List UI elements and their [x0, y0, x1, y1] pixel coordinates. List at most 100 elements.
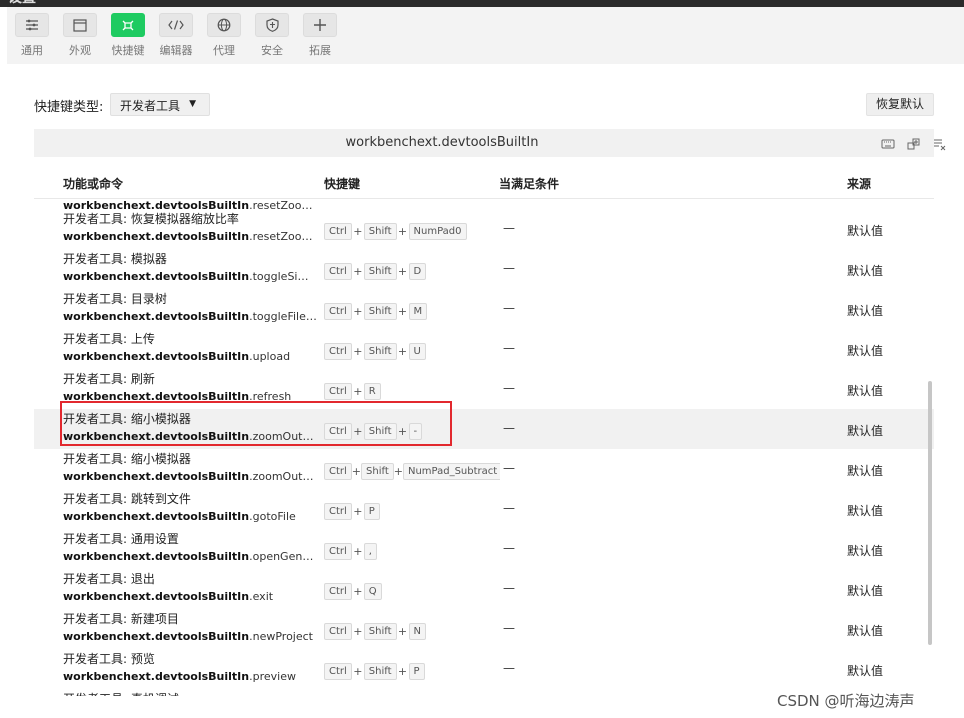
keybinding-type-label: 快捷键类型: — [34, 100, 104, 115]
key-plus: + — [353, 504, 363, 518]
window-titlebar: 设置 — [0, 0, 964, 7]
table-row[interactable]: 开发者工具: 通用设置 workbenchext.devtoolsBuiltIn.… — [34, 529, 934, 569]
key-cap: Shift — [363, 222, 397, 240]
keybinding-cell[interactable]: Ctrl + Shift + D — [324, 261, 500, 281]
key-cap: Shift — [361, 462, 394, 480]
toolbar-tab-6[interactable]: 拓展 — [300, 13, 340, 58]
key-cap: D — [408, 262, 427, 280]
command-title: 开发者工具: 模拟器 — [63, 252, 167, 266]
restore-defaults-button[interactable]: 恢复默认 — [866, 93, 934, 116]
sort-icon[interactable] — [907, 136, 921, 150]
command-id: workbenchext.devtoolsBuiltIn.openGeneral… — [63, 550, 319, 563]
column-header-keybinding[interactable]: 快捷键 — [324, 175, 360, 192]
keybinding-cell[interactable]: Ctrl + Shift + P — [324, 661, 500, 681]
keybinding-cell[interactable]: Ctrl + Shift + NumPad_Subtract — [324, 461, 500, 481]
key-cap: NumPad0 — [408, 222, 467, 240]
key-cap: Q — [363, 582, 382, 600]
keybindings-list[interactable]: workbenchext.devtoolsBuiltIn.resetZoomSi… — [34, 198, 934, 696]
command-id: workbenchext.devtoolsBuiltIn.toggleSimul… — [63, 270, 319, 283]
keybinding-cell[interactable]: Ctrl + P — [324, 501, 500, 521]
toolbar-tab-label: 编辑器 — [159, 44, 193, 57]
key-plus: + — [397, 624, 408, 638]
keyboard-icon[interactable] — [881, 136, 895, 150]
table-row[interactable]: 开发者工具: 模拟器 workbenchext.devtoolsBuiltIn.t… — [34, 249, 934, 289]
toolbar-tab-0[interactable]: 通用 — [12, 13, 52, 58]
key-plus: + — [353, 224, 363, 238]
command-title: 开发者工具: 恢复模拟器缩放比率 — [63, 212, 239, 226]
toolbar-tab-2[interactable]: 快捷键 — [108, 13, 148, 58]
table-row[interactable]: 开发者工具: 退出 workbenchext.devtoolsBuiltIn.ex… — [34, 569, 934, 609]
source-cell: 默认值 — [847, 424, 884, 438]
toolbar-tab-1[interactable]: 外观 — [60, 13, 100, 58]
table-row[interactable]: 开发者工具: 恢复模拟器缩放比率 workbenchext.devtoolsBui… — [34, 209, 934, 249]
highlight-annotation — [60, 401, 452, 446]
command-id: workbenchext.devtoolsBuiltIn.zoomOutSimu… — [63, 470, 319, 483]
keybinding-cell[interactable]: Ctrl + Q — [324, 581, 500, 601]
keybinding-cell[interactable]: Ctrl + R — [324, 381, 500, 401]
keybinding-cell[interactable]: Ctrl + Shift + N — [324, 621, 500, 641]
globe-icon[interactable] — [207, 13, 241, 37]
column-header-source[interactable]: 来源 — [847, 175, 871, 192]
toolbar-tab-3[interactable]: 编辑器 — [156, 13, 196, 58]
column-header-when[interactable]: 当满足条件 — [499, 175, 559, 192]
command-title: 开发者工具: 预览 — [63, 652, 155, 666]
keybinding-search-box[interactable]: workbenchext.devtoolsBuiltIn — [34, 129, 946, 157]
key-plus: + — [353, 384, 363, 398]
table-row[interactable]: 开发者工具: 目录树 workbenchext.devtoolsBuiltIn.t… — [34, 289, 934, 329]
window-icon[interactable] — [63, 13, 97, 37]
command-title: 开发者工具: 跳转到文件 — [63, 492, 191, 506]
toolbar-tab-5[interactable]: 安全 — [252, 13, 292, 58]
key-plus: + — [351, 464, 362, 478]
command-id: workbenchext.devtoolsBuiltIn.preview — [63, 670, 296, 683]
key-cap: Ctrl — [324, 342, 352, 360]
key-plus: + — [393, 464, 403, 478]
key-cap: M — [408, 302, 428, 320]
command-id: workbenchext.devtoolsBuiltIn.resetZoomSi… — [63, 230, 319, 243]
when-cell: — — [503, 541, 515, 555]
keybinding-cell[interactable]: Ctrl + Shift + M — [324, 301, 500, 321]
key-plus: + — [353, 264, 363, 278]
keybinding-type-value: 开发者工具 — [120, 99, 181, 113]
keybinding-type-select[interactable]: 开发者工具 ▼ — [110, 93, 210, 116]
key-cap: U — [408, 342, 426, 360]
sliders-icon[interactable] — [15, 13, 49, 37]
key-cap: Shift — [363, 302, 397, 320]
table-row[interactable]: 开发者工具: 跳转到文件 workbenchext.devtoolsBuiltIn… — [34, 489, 934, 529]
table-row[interactable]: 开发者工具: 上传 workbenchext.devtoolsBuiltIn.up… — [34, 329, 934, 369]
key-cap: P — [408, 662, 425, 680]
key-cap: Shift — [363, 662, 397, 680]
key-plus: + — [353, 584, 363, 598]
search-input[interactable]: workbenchext.devtoolsBuiltIn — [34, 135, 850, 150]
key-cap: Shift — [363, 262, 397, 280]
list-scrollbar[interactable] — [928, 381, 932, 645]
when-cell: — — [503, 301, 515, 315]
key-plus: + — [397, 304, 408, 318]
source-cell: 默认值 — [847, 584, 884, 598]
command-icon[interactable] — [111, 13, 145, 37]
code-icon[interactable] — [159, 13, 193, 37]
key-plus: + — [353, 344, 363, 358]
source-cell: 默认值 — [847, 224, 884, 238]
table-row[interactable]: 开发者工具: 新建项目 workbenchext.devtoolsBuiltIn.… — [34, 609, 934, 649]
key-plus: + — [353, 664, 363, 678]
command-title: 开发者工具: 目录树 — [63, 292, 167, 306]
command-title: 开发者工具: 缩小模拟器 — [63, 452, 191, 466]
table-row[interactable]: 开发者工具: 缩小模拟器 workbenchext.devtoolsBuiltIn… — [34, 449, 934, 489]
when-cell: — — [503, 581, 515, 595]
keybinding-cell[interactable]: Ctrl + Shift + NumPad0 — [324, 221, 500, 241]
column-header-command[interactable]: 功能或命令 — [63, 175, 123, 192]
key-plus: + — [397, 264, 408, 278]
key-cap: Ctrl — [324, 222, 352, 240]
plus-icon[interactable] — [303, 13, 337, 37]
clear-filter-icon[interactable] — [933, 136, 947, 151]
shield-icon[interactable] — [255, 13, 289, 37]
key-plus: + — [353, 304, 363, 318]
toolbar-tab-4[interactable]: 代理 — [204, 13, 244, 58]
table-row[interactable]: 开发者工具: 预览 workbenchext.devtoolsBuiltIn.pr… — [34, 649, 934, 689]
when-cell: — — [503, 261, 515, 275]
keybinding-cell[interactable]: Ctrl + Shift + U — [324, 341, 500, 361]
key-cap: Ctrl — [324, 302, 352, 320]
keybinding-cell[interactable]: Ctrl +, — [324, 541, 500, 561]
command-title: 开发者工具: 新建项目 — [63, 612, 179, 626]
key-cap: N — [408, 622, 427, 640]
